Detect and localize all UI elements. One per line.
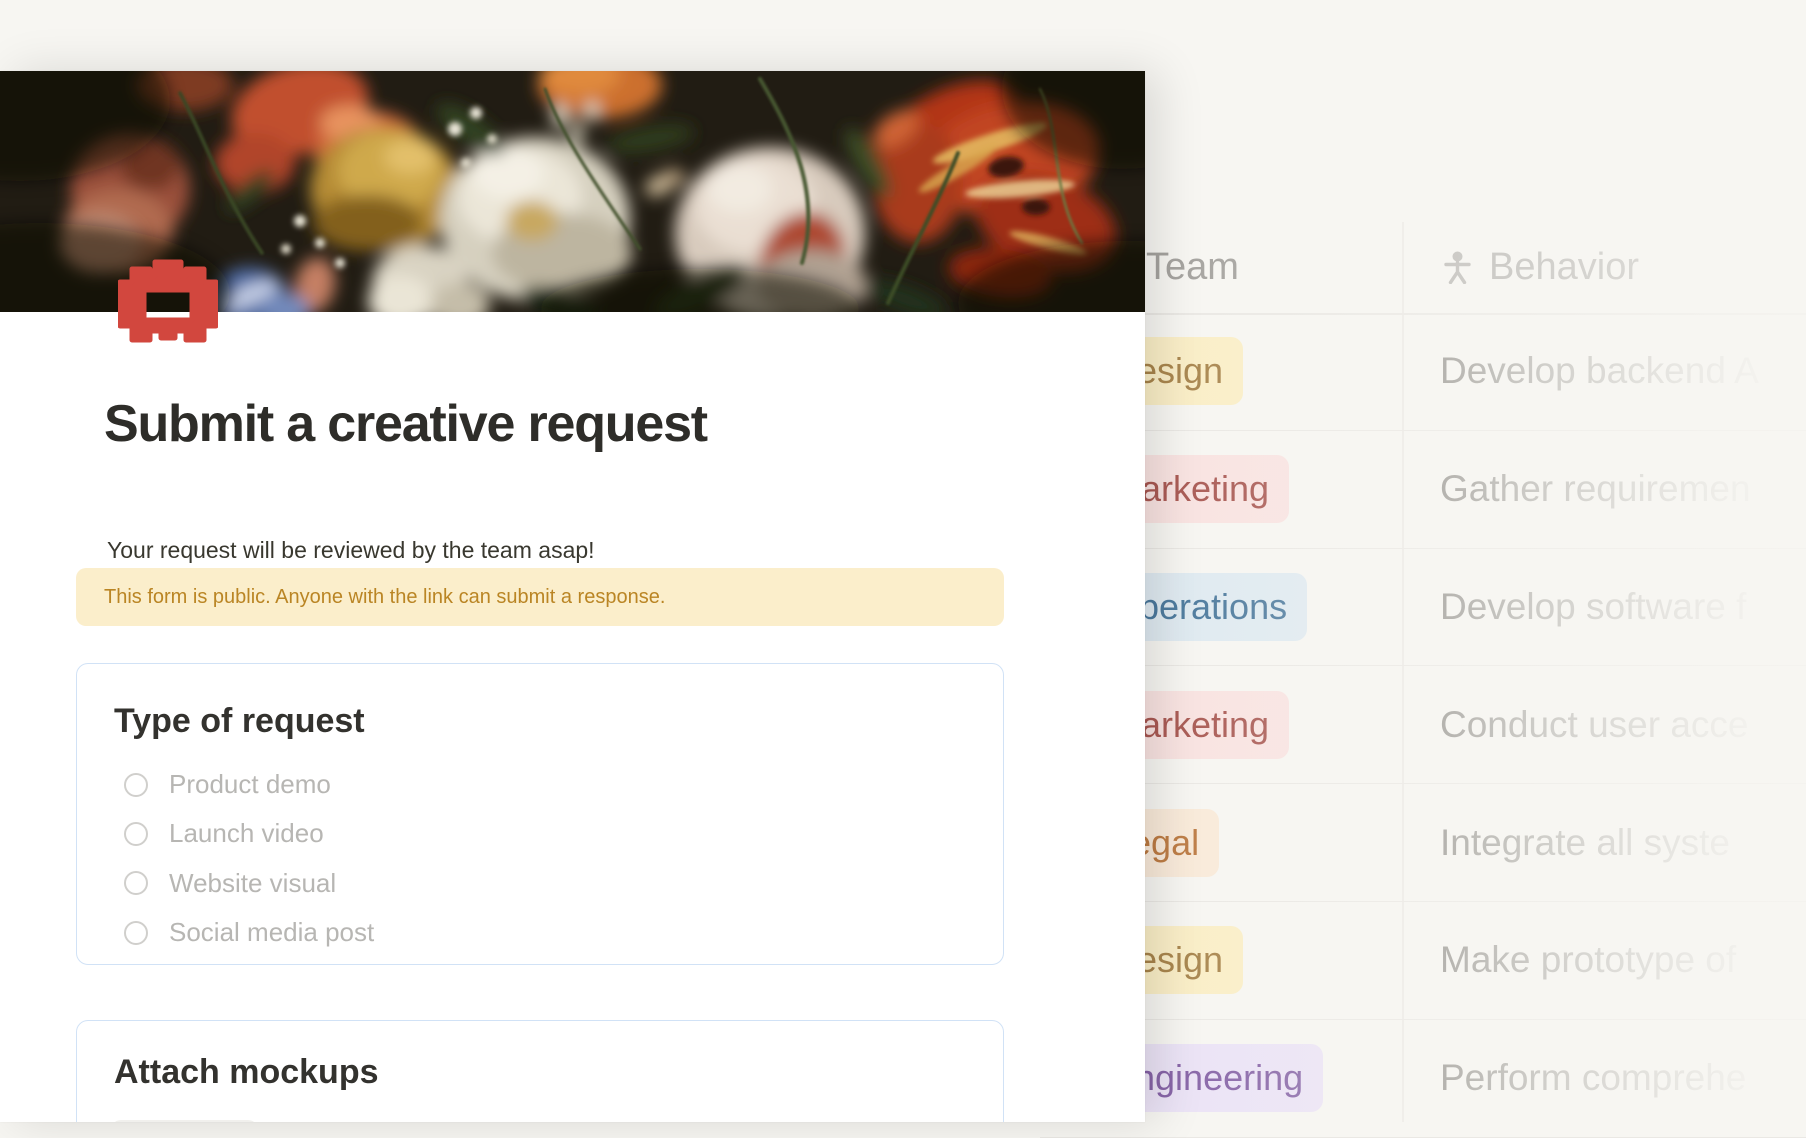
radio-option-social-media-post[interactable]: Social media post [124, 908, 973, 957]
table-row: DesignDevelop backend A [1040, 313, 1806, 431]
app-window: Team Behavior DesignDevelop backend AMar… [0, 0, 1806, 1122]
question-card-attach-mockups: Attach mockups [76, 1020, 1004, 1122]
radio-option-label: Product demo [169, 769, 331, 800]
public-form-banner: This form is public. Anyone with the lin… [76, 568, 1004, 626]
question-label: Type of request [114, 702, 365, 741]
radio-option-launch-video[interactable]: Launch video [124, 809, 973, 858]
form-modal: Submit a creative request Your request w… [0, 71, 1145, 1122]
behavior-cell: Gather requiremen [1440, 468, 1806, 510]
behavior-cell: Develop backend A [1440, 350, 1806, 392]
table-row: DesignMake prototype of [1040, 902, 1806, 1020]
table-row: MarketingConduct user acce [1040, 666, 1806, 784]
radio-option-list: Product demo Launch video Website visual So… [124, 760, 973, 957]
column-header-behavior-label: Behavior [1489, 246, 1639, 289]
radio-option-website-visual[interactable]: Website visual [124, 859, 973, 908]
column-header-team: Team [1146, 222, 1239, 312]
behavior-cell: Develop software f [1440, 586, 1806, 628]
picture-frame-icon [118, 258, 218, 348]
behavior-cell: Conduct user acce [1440, 704, 1806, 746]
behavior-cell: Perform comprehe [1440, 1057, 1806, 1099]
table-row: OperationsDevelop software f [1040, 549, 1806, 667]
radio-option-label: Launch video [169, 818, 324, 849]
column-header-team-label: Team [1146, 246, 1239, 289]
column-header-behavior: Behavior [1443, 222, 1639, 312]
table-row: MarketingGather requiremen [1040, 431, 1806, 549]
question-label: Attach mockups [114, 1053, 379, 1092]
behavior-cell: Make prototype of [1440, 939, 1806, 981]
person-icon [1443, 251, 1472, 284]
radio-circle-icon[interactable] [124, 822, 148, 846]
radio-circle-icon[interactable] [124, 773, 148, 797]
radio-option-product-demo[interactable]: Product demo [124, 760, 973, 809]
radio-option-label: Website visual [169, 868, 336, 899]
question-card-type-of-request: Type of request Product demo Launch video… [76, 663, 1004, 965]
table-row: EngineeringPerform comprehe [1040, 1020, 1806, 1138]
table-row: LegalIntegrate all syste [1040, 784, 1806, 902]
table-header-row: Team Behavior [1040, 222, 1806, 312]
form-title: Submit a creative request [104, 393, 707, 455]
behavior-cell: Integrate all syste [1440, 822, 1806, 864]
public-form-banner-text: This form is public. Anyone with the lin… [104, 586, 665, 609]
radio-option-label: Social media post [169, 917, 374, 948]
radio-circle-icon[interactable] [124, 871, 148, 895]
form-subtitle: Your request will be reviewed by the tea… [107, 537, 595, 564]
radio-circle-icon[interactable] [124, 921, 148, 945]
